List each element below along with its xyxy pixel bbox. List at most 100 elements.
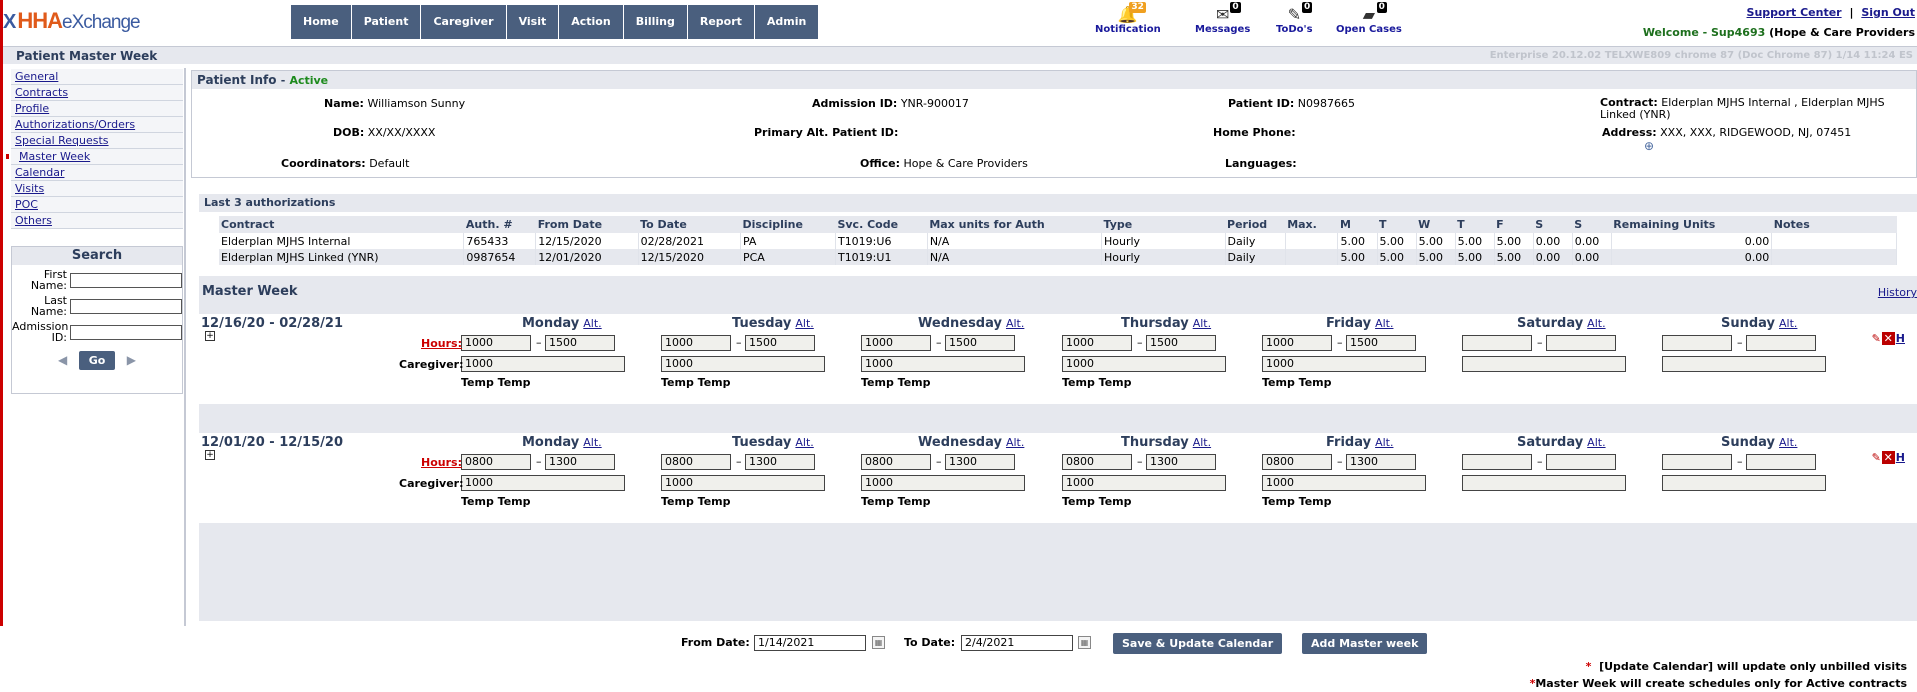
start-time-input[interactable]: 0800 bbox=[461, 454, 531, 470]
hours-label[interactable]: Hours: bbox=[421, 456, 462, 469]
sidebar-item-poc[interactable]: POC bbox=[11, 197, 183, 213]
from-date-input[interactable]: 1/14/2021 bbox=[754, 635, 866, 651]
prev-arrow-icon[interactable]: ◀ bbox=[58, 353, 67, 367]
end-time-input[interactable]: 1500 bbox=[945, 335, 1015, 351]
go-button[interactable]: Go bbox=[78, 351, 116, 370]
end-time-input[interactable]: 1300 bbox=[1346, 454, 1416, 470]
hours-label[interactable]: Hours: bbox=[421, 337, 462, 350]
map-search-icon[interactable]: ⊕ bbox=[1644, 139, 1654, 153]
end-time-input[interactable]: 1300 bbox=[945, 454, 1015, 470]
edit-icon[interactable]: ✎ bbox=[1872, 332, 1881, 345]
caregiver-input[interactable]: 1000 bbox=[661, 356, 825, 372]
start-time-input[interactable]: 0800 bbox=[661, 454, 731, 470]
alt-link[interactable]: Alt. bbox=[1587, 436, 1605, 449]
caregiver-input[interactable]: 1000 bbox=[1262, 356, 1426, 372]
nav-admin[interactable]: Admin bbox=[754, 5, 820, 39]
end-time-input[interactable] bbox=[1746, 335, 1816, 351]
end-time-input[interactable]: 1300 bbox=[1146, 454, 1216, 470]
start-time-input[interactable]: 1000 bbox=[1262, 335, 1332, 351]
end-time-input[interactable]: 1500 bbox=[545, 335, 615, 351]
delete-icon[interactable]: ✕ bbox=[1881, 332, 1895, 345]
next-arrow-icon[interactable]: ▶ bbox=[127, 353, 136, 367]
expand-icon[interactable]: + bbox=[205, 331, 215, 341]
delete-icon[interactable]: ✕ bbox=[1881, 451, 1895, 464]
nav-caregiver[interactable]: Caregiver bbox=[421, 5, 507, 39]
nav-visit[interactable]: Visit bbox=[506, 5, 560, 39]
alt-link[interactable]: Alt. bbox=[1375, 317, 1393, 330]
alt-link[interactable]: Alt. bbox=[1006, 436, 1024, 449]
caregiver-input[interactable]: 1000 bbox=[861, 356, 1025, 372]
history-link[interactable]: History bbox=[1878, 286, 1917, 299]
history-icon[interactable]: H bbox=[1896, 451, 1905, 464]
caregiver-input[interactable]: 1000 bbox=[1262, 475, 1426, 491]
alt-link[interactable]: Alt. bbox=[1193, 317, 1211, 330]
save-update-calendar-button[interactable]: Save & Update Calendar bbox=[1113, 633, 1283, 654]
sidebar-item-profile[interactable]: Profile bbox=[11, 101, 183, 117]
start-time-input[interactable]: 0800 bbox=[1062, 454, 1132, 470]
end-time-input[interactable]: 1500 bbox=[745, 335, 815, 351]
sidebar-item-authorizations[interactable]: Authorizations/Orders bbox=[11, 117, 183, 133]
end-time-input[interactable] bbox=[1746, 454, 1816, 470]
to-date-input[interactable]: 2/4/2021 bbox=[961, 635, 1073, 651]
alt-link[interactable]: Alt. bbox=[1779, 436, 1797, 449]
messages-link[interactable]: ✉ 0 Messages bbox=[1195, 2, 1250, 35]
start-time-input[interactable]: 0800 bbox=[861, 454, 931, 470]
support-center-link[interactable]: Support Center bbox=[1747, 6, 1842, 19]
todos-link[interactable]: ✎ 0 ToDo's bbox=[1276, 2, 1313, 35]
caregiver-input[interactable]: 1000 bbox=[461, 475, 625, 491]
sidebar-item-others[interactable]: Others bbox=[11, 213, 183, 229]
end-time-input[interactable]: 1500 bbox=[1146, 335, 1216, 351]
sidebar-item-calendar[interactable]: Calendar bbox=[11, 165, 183, 181]
nav-action[interactable]: Action bbox=[559, 5, 624, 39]
caregiver-input[interactable] bbox=[1662, 475, 1826, 491]
sidebar-item-master-week[interactable]: Master Week bbox=[6, 149, 183, 165]
caregiver-input[interactable] bbox=[1462, 475, 1626, 491]
alt-link[interactable]: Alt. bbox=[795, 317, 813, 330]
sidebar-item-general[interactable]: General bbox=[11, 69, 183, 85]
end-time-input[interactable]: 1300 bbox=[745, 454, 815, 470]
notification-link[interactable]: 🔔 32 Notification bbox=[1095, 2, 1161, 35]
start-time-input[interactable]: 1000 bbox=[461, 335, 531, 351]
end-time-input[interactable]: 1500 bbox=[1346, 335, 1416, 351]
first-name-input[interactable] bbox=[70, 272, 182, 288]
alt-link[interactable]: Alt. bbox=[1375, 436, 1393, 449]
sign-out-link[interactable]: Sign Out bbox=[1861, 6, 1915, 19]
caregiver-input[interactable]: 1000 bbox=[461, 356, 625, 372]
caregiver-input[interactable]: 1000 bbox=[661, 475, 825, 491]
sidebar-item-contracts[interactable]: Contracts bbox=[11, 85, 183, 101]
start-time-input[interactable]: 0800 bbox=[1262, 454, 1332, 470]
alt-link[interactable]: Alt. bbox=[583, 317, 601, 330]
caregiver-input[interactable]: 1000 bbox=[861, 475, 1025, 491]
admission-id-input[interactable] bbox=[70, 324, 182, 340]
add-master-week-button[interactable]: Add Master week bbox=[1302, 633, 1428, 654]
start-time-input[interactable] bbox=[1462, 335, 1532, 351]
sidebar-item-visits[interactable]: Visits bbox=[11, 181, 183, 197]
start-time-input[interactable] bbox=[1662, 454, 1732, 470]
alt-link[interactable]: Alt. bbox=[795, 436, 813, 449]
nav-billing[interactable]: Billing bbox=[623, 5, 688, 39]
nav-report[interactable]: Report bbox=[687, 5, 755, 39]
caregiver-input[interactable] bbox=[1462, 356, 1626, 372]
sidebar-item-special-requests[interactable]: Special Requests bbox=[11, 133, 183, 149]
open-cases-link[interactable]: ▰ 0 Open Cases bbox=[1336, 2, 1402, 35]
alt-link[interactable]: Alt. bbox=[1193, 436, 1211, 449]
expand-icon[interactable]: + bbox=[205, 450, 215, 460]
caregiver-input[interactable]: 1000 bbox=[1062, 475, 1226, 491]
alt-link[interactable]: Alt. bbox=[1587, 317, 1605, 330]
history-icon[interactable]: H bbox=[1896, 332, 1905, 345]
caregiver-input[interactable]: 1000 bbox=[1062, 356, 1226, 372]
last-name-input[interactable] bbox=[70, 298, 182, 314]
to-date-calendar-icon[interactable]: ▦ bbox=[1078, 636, 1091, 649]
start-time-input[interactable] bbox=[1662, 335, 1732, 351]
end-time-input[interactable] bbox=[1546, 454, 1616, 470]
alt-link[interactable]: Alt. bbox=[1779, 317, 1797, 330]
hhaexchange-logo[interactable]: XHHAeXchange bbox=[3, 8, 141, 34]
end-time-input[interactable] bbox=[1546, 335, 1616, 351]
caregiver-input[interactable] bbox=[1662, 356, 1826, 372]
start-time-input[interactable] bbox=[1462, 454, 1532, 470]
start-time-input[interactable]: 1000 bbox=[1062, 335, 1132, 351]
start-time-input[interactable]: 1000 bbox=[861, 335, 931, 351]
nav-patient[interactable]: Patient bbox=[351, 5, 422, 39]
from-date-calendar-icon[interactable]: ▦ bbox=[872, 636, 885, 649]
alt-link[interactable]: Alt. bbox=[1006, 317, 1024, 330]
